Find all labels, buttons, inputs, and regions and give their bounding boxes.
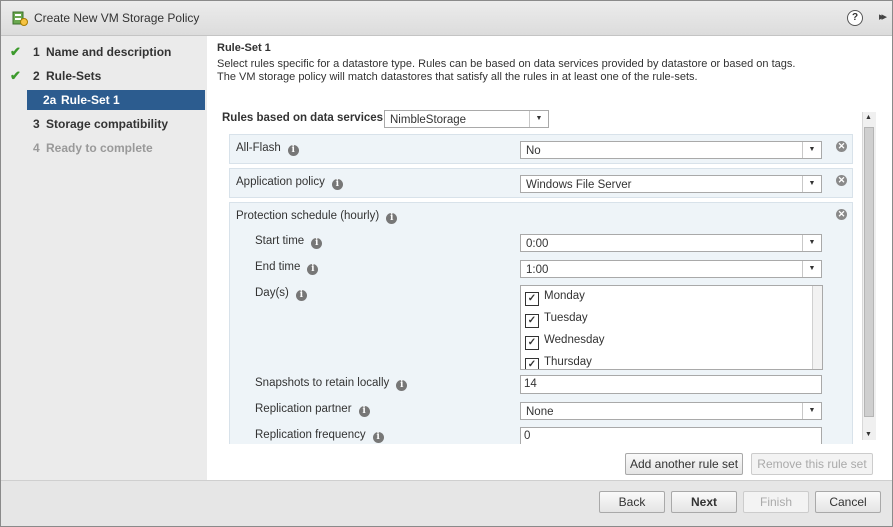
end-time-select[interactable]: 1:00 ▼ <box>520 260 822 278</box>
step-number: 2 <box>33 69 40 83</box>
footer-divider <box>1 480 892 481</box>
finish-button[interactable]: Finish <box>743 491 809 513</box>
select-value: Windows File Server <box>526 179 632 191</box>
info-icon[interactable]: i <box>358 406 370 417</box>
replication-partner-label: Replication partner i <box>255 403 370 417</box>
day-thursday[interactable]: ✓ Thursday <box>525 352 592 369</box>
replication-partner-select[interactable]: None ▼ <box>520 402 822 420</box>
remove-icon[interactable]: ✕ <box>836 209 847 220</box>
chevron-down-icon: ▼ <box>802 235 821 251</box>
rule-label: Protection schedule (hourly) i <box>236 210 398 224</box>
remove-icon[interactable]: ✕ <box>836 141 847 152</box>
step-rule-set-1[interactable]: 2a Rule-Set 1 <box>27 90 205 110</box>
rules-scrollbar[interactable]: ▲ ▼ <box>862 112 876 440</box>
storage-policy-icon <box>12 11 28 26</box>
select-value: 1:00 <box>526 264 549 276</box>
data-services-select[interactable]: NimbleStorage ▼ <box>384 110 549 128</box>
window-title: Create New VM Storage Policy <box>34 11 200 25</box>
rule-label: Application policy i <box>236 176 343 190</box>
remove-icon[interactable]: ✕ <box>836 175 847 186</box>
application-policy-select[interactable]: Windows File Server ▼ <box>520 175 822 193</box>
page-description: Select rules specific for a datastore ty… <box>217 58 857 84</box>
chevron-down-icon: ▼ <box>802 261 821 277</box>
chevron-down-icon: ▼ <box>529 111 548 127</box>
info-icon[interactable]: i <box>372 432 384 443</box>
select-value: NimbleStorage <box>390 114 467 126</box>
next-button[interactable]: Next <box>671 491 737 513</box>
data-services-label: Rules based on data services <box>222 112 384 124</box>
check-icon: ✔ <box>10 44 21 59</box>
select-value: 0:00 <box>526 238 549 250</box>
scroll-down-icon[interactable]: ▼ <box>865 431 872 438</box>
add-rule-set-button[interactable]: Add another rule set <box>625 453 743 475</box>
info-icon[interactable]: i <box>331 179 343 190</box>
check-icon: ✔ <box>10 68 21 83</box>
step-label: Ready to complete <box>46 141 153 155</box>
replication-frequency-label: Replication frequency i <box>255 429 384 443</box>
step-number: 4 <box>33 141 40 155</box>
chevron-down-icon: ▼ <box>802 142 821 158</box>
chevron-down-icon: ▼ <box>802 176 821 192</box>
start-time-label: Start time i <box>255 235 323 249</box>
snapshots-input[interactable]: 14 <box>520 375 822 394</box>
step-label: Storage compatibility <box>46 117 169 131</box>
info-icon[interactable]: i <box>396 380 408 391</box>
back-button[interactable]: Back <box>599 491 665 513</box>
info-icon[interactable]: i <box>307 264 319 275</box>
rule-protection-schedule: Protection schedule (hourly) i Start time… <box>229 202 853 444</box>
step-number: 3 <box>33 117 40 131</box>
cancel-button[interactable]: Cancel <box>815 491 881 513</box>
wizard-steps: ✔ 1 Name and description ✔ 2 Rule-Sets 2… <box>1 36 207 481</box>
select-value: No <box>526 145 541 157</box>
checkbox[interactable]: ✓ <box>525 336 539 350</box>
rule-set-panel: Rule-Set 1 Select rules specific for a d… <box>207 36 892 481</box>
remove-rule-set-button[interactable]: Remove this rule set <box>751 453 873 475</box>
dialog-window: Create New VM Storage Policy ? ▸▸ ✔ 1 Na… <box>0 0 893 527</box>
step-label: Name and description <box>46 45 172 59</box>
info-icon[interactable]: i <box>311 238 323 249</box>
description-line: The VM storage policy will match datasto… <box>217 71 698 83</box>
replication-frequency-input[interactable]: 0 <box>520 427 822 444</box>
checkbox[interactable]: ✓ <box>525 292 539 306</box>
rule-label: All-Flash i <box>236 142 299 156</box>
expand-icon[interactable]: ▸▸ <box>879 10 887 23</box>
checkbox[interactable]: ✓ <box>525 314 539 328</box>
day-wednesday[interactable]: ✓ Wednesday <box>525 330 605 350</box>
step-label: Rule-Set 1 <box>61 93 120 107</box>
help-icon[interactable]: ? <box>847 10 863 26</box>
step-number: 2a <box>43 93 57 107</box>
description-line: Select rules specific for a datastore ty… <box>217 58 796 70</box>
step-number: 1 <box>33 45 40 59</box>
checkbox[interactable]: ✓ <box>525 358 539 369</box>
info-icon[interactable]: i <box>295 290 307 301</box>
day-tuesday[interactable]: ✓ Tuesday <box>525 308 588 328</box>
title-bar: Create New VM Storage Policy ? ▸▸ <box>1 1 892 36</box>
days-scrollbar[interactable] <box>812 286 822 369</box>
step-label: Rule-Sets <box>46 69 102 83</box>
scroll-up-icon[interactable]: ▲ <box>865 114 872 121</box>
select-value: None <box>526 406 554 418</box>
page-title: Rule-Set 1 <box>217 42 271 54</box>
info-icon[interactable]: i <box>386 213 398 224</box>
snapshots-label: Snapshots to retain locally i <box>255 377 408 391</box>
rules-scroll-area: Rules based on data services NimbleStora… <box>207 110 892 444</box>
days-checklist[interactable]: ✓ Monday ✓ Tuesday ✓ Wednesday ✓ Thursday <box>520 285 823 370</box>
day-monday[interactable]: ✓ Monday <box>525 286 585 306</box>
rule-application-policy: Application policy i Windows File Server … <box>229 168 853 198</box>
rule-all-flash: All-Flash i No ▼ <box>229 134 853 164</box>
end-time-label: End time i <box>255 261 319 275</box>
days-label: Day(s) i <box>255 287 307 301</box>
info-icon[interactable]: i <box>287 145 299 156</box>
chevron-down-icon: ▼ <box>802 403 821 419</box>
scroll-thumb[interactable] <box>864 127 874 417</box>
all-flash-select[interactable]: No ▼ <box>520 141 822 159</box>
start-time-select[interactable]: 0:00 ▼ <box>520 234 822 252</box>
